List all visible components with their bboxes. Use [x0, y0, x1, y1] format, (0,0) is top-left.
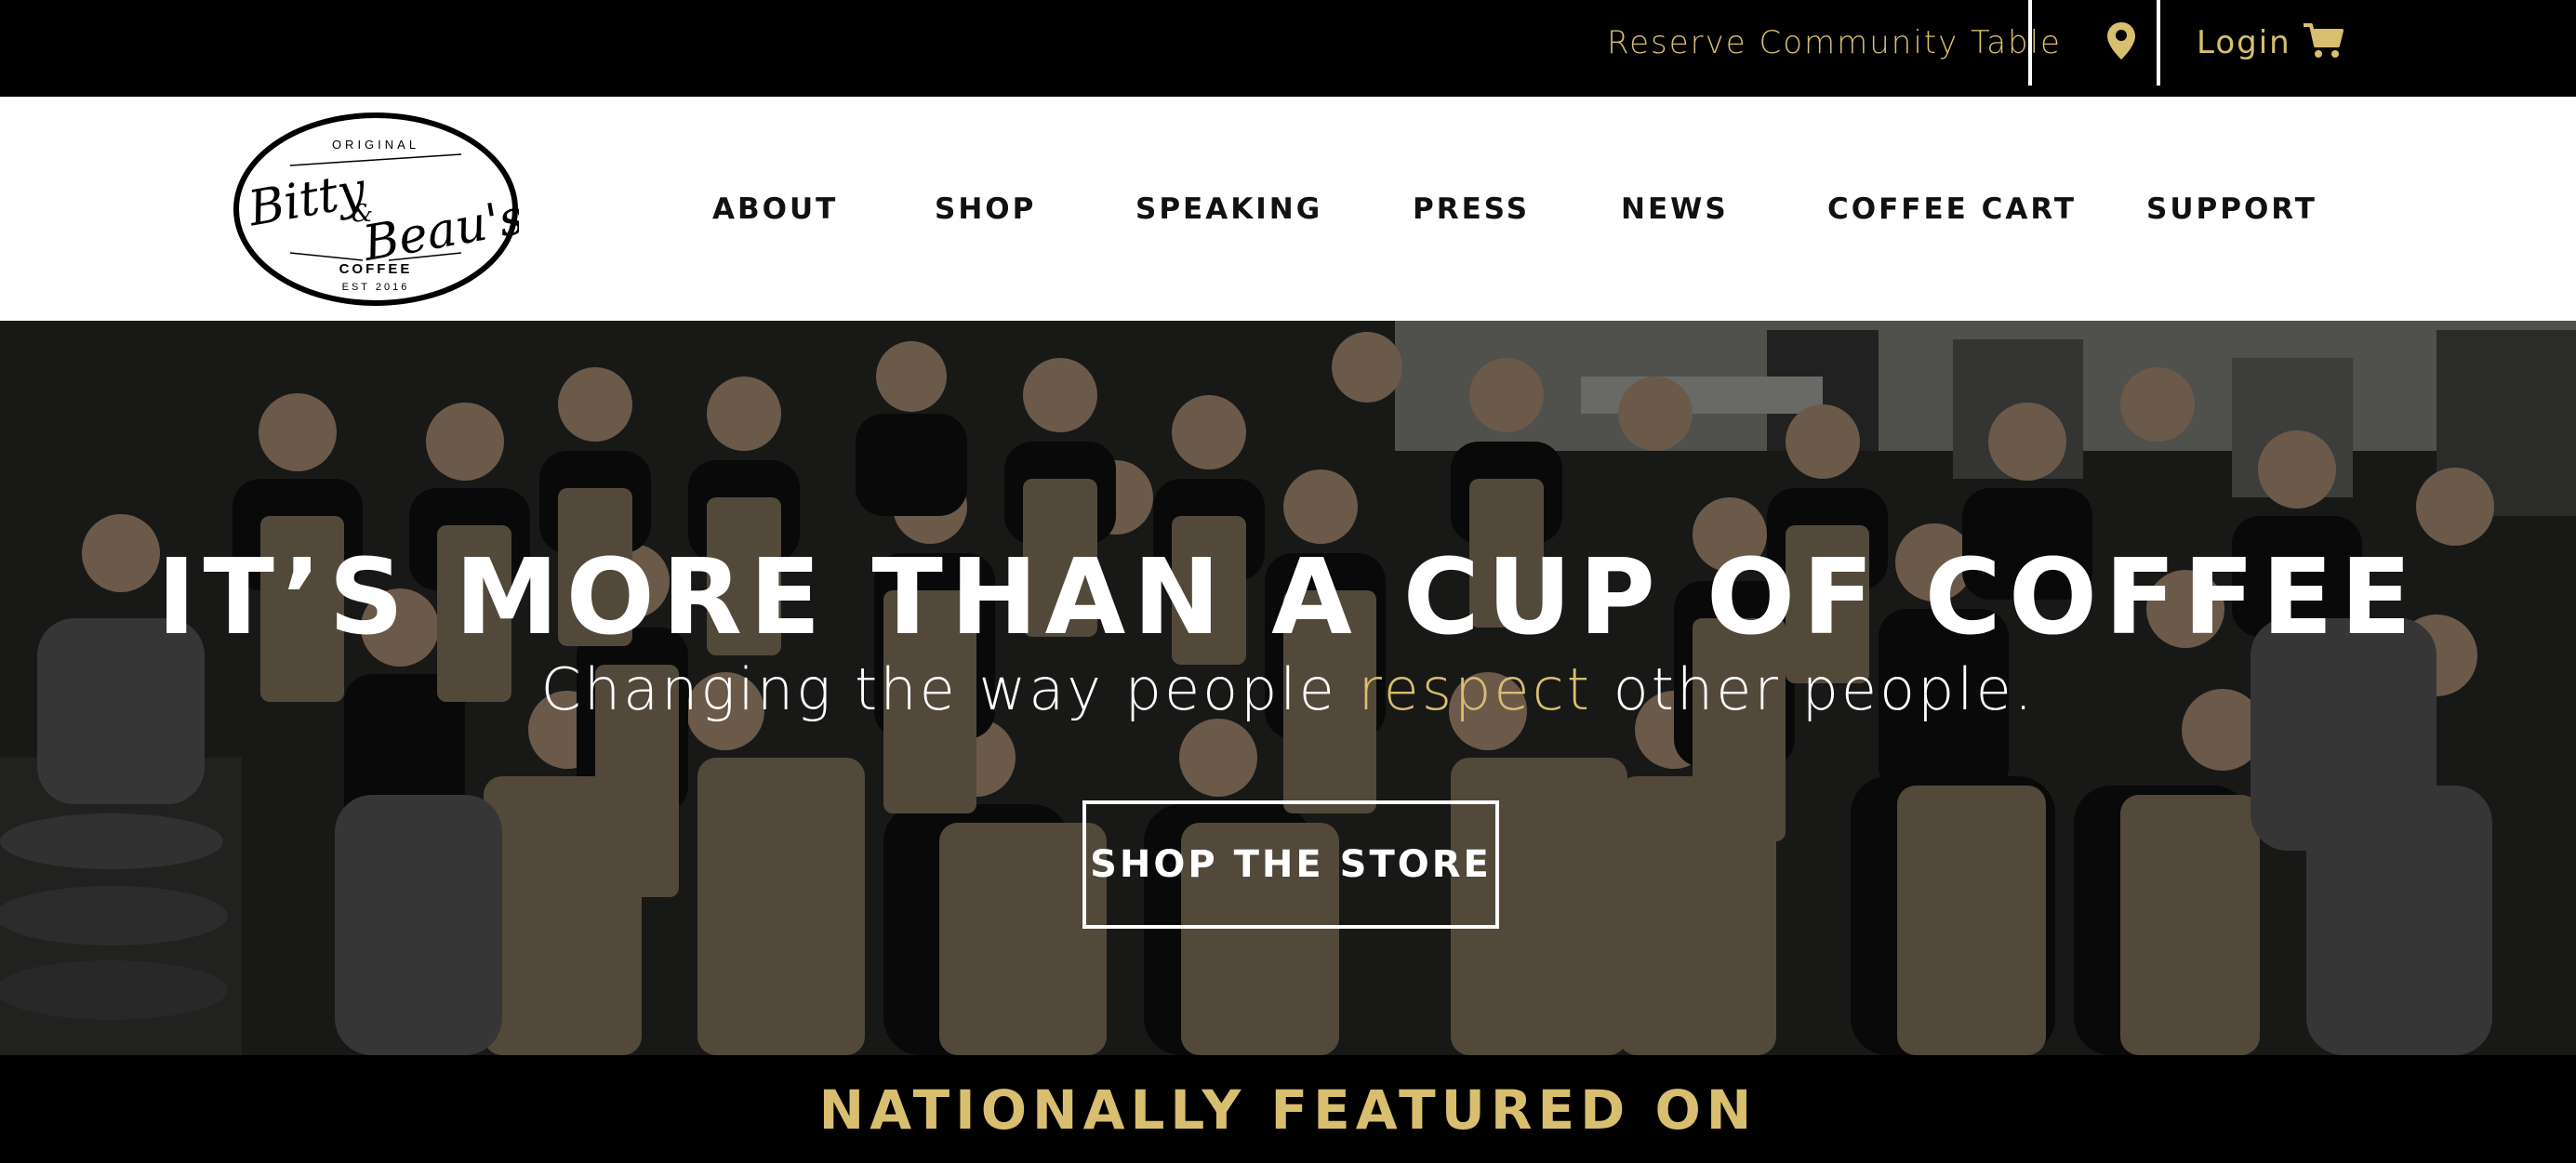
hero-subtitle-start: Changing the way people [540, 655, 1359, 723]
page: Reserve Community Table Login ORIGINAL B… [0, 0, 2576, 1163]
hero-subtitle-accent: respect [1358, 655, 1592, 723]
main-navigation: ABOUT SHOP SPEAKING PRESS NEWS COFFEE CA… [0, 97, 2576, 321]
hero-subtitle: Changing the way people respect other pe… [0, 661, 2576, 719]
login-link[interactable]: Login [2197, 0, 2291, 86]
topbar-divider [2028, 0, 2032, 86]
nav-item-speaking[interactable]: SPEAKING [1135, 97, 1322, 321]
hero-banner: IT’S MORE THAN A CUP OF COFFEE Changing … [0, 321, 2576, 1055]
site-header: ORIGINAL Bitty & Beau's COFFEE EST 2016 … [0, 97, 2576, 321]
hero-subtitle-end: other people. [1591, 655, 2036, 723]
nav-item-about[interactable]: ABOUT [712, 97, 838, 321]
reserve-community-table-link[interactable]: Reserve Community Table [1607, 0, 2062, 86]
nav-item-support[interactable]: SUPPORT [2146, 97, 2317, 321]
topbar-divider [2157, 0, 2160, 86]
nav-item-shop[interactable]: SHOP [935, 97, 1036, 321]
map-pin-icon[interactable] [2105, 20, 2137, 61]
featured-on-section: NATIONALLY FEATURED ON [0, 1055, 2576, 1163]
featured-heading: NATIONALLY FEATURED ON [818, 1078, 1758, 1142]
shop-the-store-button[interactable]: SHOP THE STORE [1082, 800, 1499, 929]
hero-title: IT’S MORE THAN A CUP OF COFFEE [156, 537, 2420, 658]
nav-item-news[interactable]: NEWS [1621, 97, 1729, 321]
top-utility-bar: Reserve Community Table Login [0, 0, 2576, 97]
nav-item-coffee-cart[interactable]: COFFEE CART [1827, 97, 2077, 321]
nav-item-press[interactable]: PRESS [1413, 97, 1530, 321]
shopping-cart-icon[interactable] [2303, 22, 2344, 59]
